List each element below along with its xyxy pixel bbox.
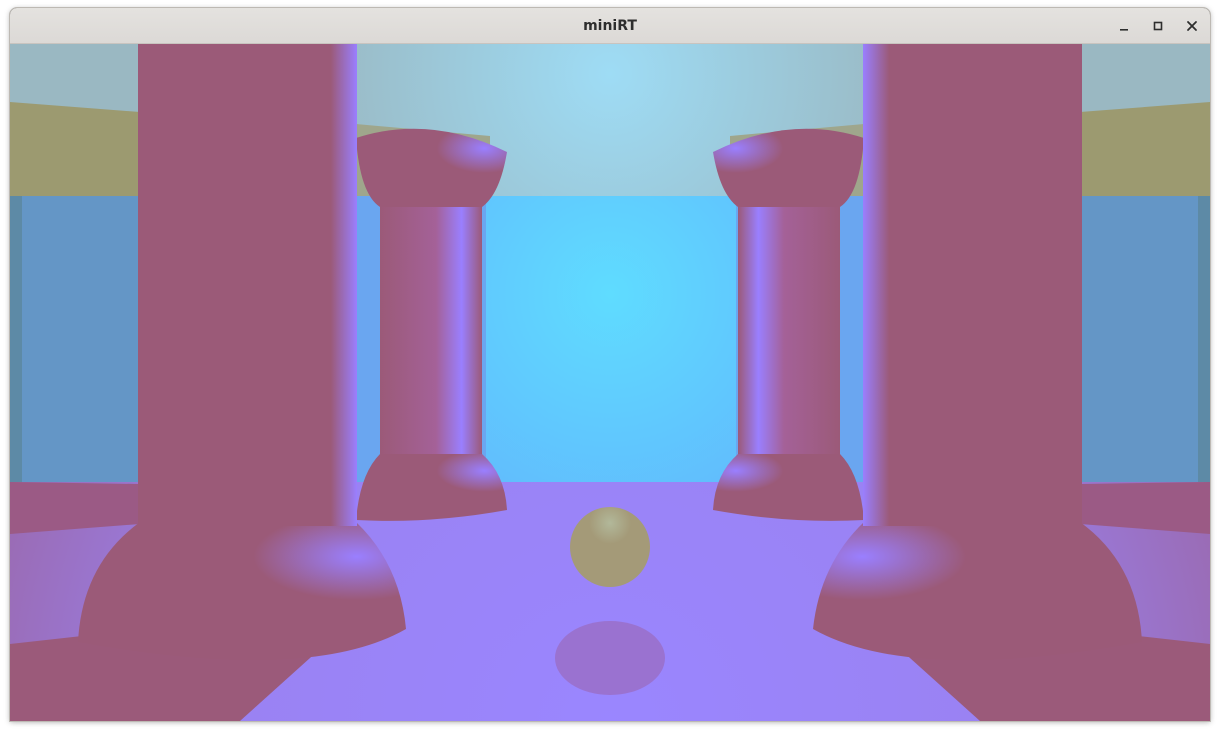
window-title: miniRT <box>583 18 637 34</box>
small-right-column-base <box>713 454 864 521</box>
large-left-column-shaft <box>138 44 357 526</box>
sphere-shadow <box>555 621 665 695</box>
maximize-button[interactable] <box>1146 14 1170 38</box>
title-bar[interactable]: miniRT <box>10 8 1210 44</box>
minimize-icon <box>1118 20 1130 32</box>
large-right-column-base <box>813 522 1142 661</box>
close-icon <box>1186 20 1198 32</box>
render-canvas[interactable] <box>10 44 1210 721</box>
back-wall-light <box>480 196 742 486</box>
minimize-button[interactable] <box>1112 14 1136 38</box>
right-wall-edge <box>1198 196 1210 486</box>
app-window: miniRT <box>10 8 1210 721</box>
large-right-column-shaft <box>863 44 1082 526</box>
left-yellow-band <box>10 102 140 196</box>
right-yellow-band <box>1080 102 1210 196</box>
rendered-scene <box>10 44 1210 721</box>
large-left-column-base <box>78 522 406 661</box>
close-button[interactable] <box>1180 14 1204 38</box>
left-side-wall <box>10 196 140 486</box>
center-sphere <box>570 507 650 587</box>
maximize-icon <box>1152 20 1164 32</box>
left-wall-edge <box>10 196 22 486</box>
right-side-wall <box>1080 196 1210 486</box>
small-left-column-base <box>356 454 507 521</box>
